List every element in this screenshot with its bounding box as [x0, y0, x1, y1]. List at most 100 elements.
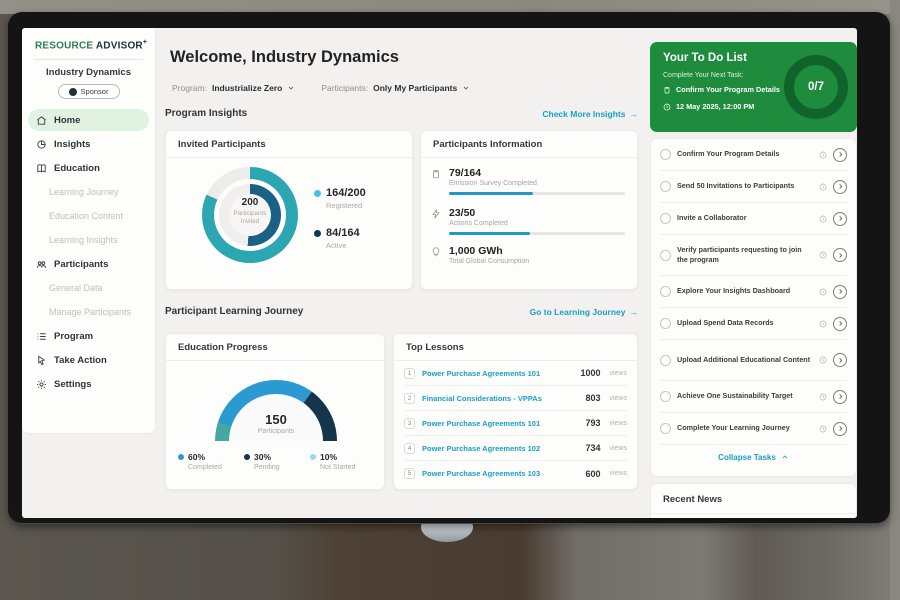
link-label: Check More Insights	[542, 109, 625, 119]
task-row: Upload Spend Data Records	[660, 308, 847, 340]
stat-value: 1,000 GWh	[449, 245, 629, 257]
task-go-button[interactable]	[833, 248, 847, 262]
monitor-bezel: RESOURCE ADVISOR+ Industry Dynamics Spon…	[8, 12, 890, 524]
program-insights-header: Program Insights Check More Insights→	[165, 108, 638, 119]
arrow-right-icon: →	[630, 307, 639, 317]
legend-not-started: 10% Not Started	[310, 452, 376, 471]
sidebar-item-education[interactable]: Education	[22, 156, 155, 180]
task-label: Invite a Collaborator	[677, 213, 813, 223]
lesson-views: 1000	[580, 368, 600, 378]
check-more-insights-link[interactable]: Check More Insights→	[542, 109, 638, 119]
lesson-views: 600	[585, 469, 600, 479]
desk-background: RESOURCE ADVISOR+ Industry Dynamics Spon…	[0, 0, 900, 600]
settings-gear-icon	[36, 379, 47, 390]
task-go-button[interactable]	[833, 390, 847, 404]
task-label: Complete Your Learning Journey	[677, 423, 813, 433]
sidebar-item-participants[interactable]: Participants	[22, 252, 155, 276]
progress-track	[449, 192, 625, 195]
sidebar-item-label: Program	[54, 331, 93, 342]
invited-total: 200	[216, 197, 284, 208]
sidebar-item-learning-insights[interactable]: Learning Insights	[22, 228, 155, 252]
todo-due: 12 May 2025, 12:00 PM	[663, 102, 754, 111]
sidebar-item-general-data[interactable]: General Data	[22, 276, 155, 300]
sidebar-item-learning-journey[interactable]: Learning Journey	[22, 180, 155, 204]
task-row: Invite a Collaborator	[660, 203, 847, 235]
lesson-link[interactable]: Power Purchase Agreements 102	[422, 444, 578, 453]
chevron-down-icon	[287, 84, 295, 92]
lesson-link[interactable]: Power Purchase Agreements 103	[422, 469, 578, 478]
sidebar-nav: Home Insights Education Learning Journey…	[22, 109, 155, 396]
collapse-tasks-link[interactable]: Collapse Tasks	[651, 445, 856, 469]
task-checkbox[interactable]	[660, 181, 671, 192]
task-go-button[interactable]	[833, 285, 847, 299]
task-checkbox[interactable]	[660, 391, 671, 402]
pending-dot	[244, 454, 250, 460]
sidebar-item-home[interactable]: Home	[28, 109, 149, 131]
legend-active: 84/164 Active	[314, 227, 360, 250]
task-checkbox[interactable]	[660, 318, 671, 329]
sidebar-item-insights[interactable]: Insights	[22, 132, 155, 156]
home-icon	[36, 115, 47, 126]
lesson-views-label: views	[609, 420, 627, 427]
participants-filter-dropdown[interactable]: Participants: Only My Participants	[321, 83, 470, 93]
active-value: 84/164	[326, 227, 360, 239]
sidebar-item-manage-participants[interactable]: Manage Participants	[22, 300, 155, 324]
not-started-value: 10%	[320, 452, 337, 462]
program-filter-dropdown[interactable]: Program: Industrialize Zero	[172, 83, 295, 93]
legend-registered: 164/200 Registered	[314, 187, 366, 210]
legend-pending: 30% Pending	[244, 452, 310, 471]
lesson-link[interactable]: Power Purchase Agreements 101	[422, 369, 573, 378]
lesson-views-label: views	[609, 395, 627, 402]
sidebar-item-take-action[interactable]: Take Action	[22, 348, 155, 372]
sidebar-item-label: Insights	[54, 139, 90, 150]
task-go-button[interactable]	[833, 148, 847, 162]
todo-subtitle: Complete Your Next Task:	[663, 72, 743, 79]
lesson-link[interactable]: Power Purchase Agreements 101	[422, 419, 578, 428]
task-go-button[interactable]	[833, 212, 847, 226]
program-filter-label: Program:	[172, 83, 207, 93]
todo-progress-ring: 0/7	[784, 55, 848, 119]
task-checkbox[interactable]	[660, 423, 671, 434]
program-filter-value: Industrialize Zero	[212, 83, 282, 93]
sponsor-badge: Sponsor	[58, 84, 120, 99]
task-checkbox[interactable]	[660, 355, 671, 366]
clock-icon	[819, 183, 827, 191]
task-go-button[interactable]	[833, 180, 847, 194]
due-label: 12 May 2025, 12:00 PM	[676, 102, 754, 111]
next-task-label: Confirm Your Program Details	[676, 85, 780, 94]
sidebar-item-program[interactable]: Program	[22, 324, 155, 348]
lesson-views: 803	[585, 393, 600, 403]
task-go-button[interactable]	[833, 353, 847, 367]
task-label: Send 50 Invitations to Participants	[677, 181, 813, 191]
go-to-learning-journey-link[interactable]: Go to Learning Journey→	[530, 307, 638, 317]
todo-task-list: Confirm Your Program Details Send 50 Inv…	[650, 138, 857, 477]
clipboard-icon	[431, 169, 441, 179]
participants-icon	[36, 259, 47, 270]
task-checkbox[interactable]	[660, 213, 671, 224]
todo-summary-card: Your To Do List Complete Your Next Task:…	[650, 42, 857, 132]
clock-icon	[819, 251, 827, 259]
task-checkbox[interactable]	[660, 286, 671, 297]
stat-value: 23/50	[449, 207, 629, 219]
card-title: Top Lessons	[394, 334, 637, 361]
task-checkbox[interactable]	[660, 250, 671, 261]
lesson-row: 2 Financial Considerations - VPPAs 803vi…	[404, 386, 627, 411]
lesson-link[interactable]: Financial Considerations - VPPAs	[422, 394, 578, 403]
task-checkbox[interactable]	[660, 149, 671, 160]
learning-journey-header: Participant Learning Journey Go to Learn…	[165, 306, 638, 317]
stat-label: Total Global Consumption	[449, 258, 629, 265]
task-go-button[interactable]	[833, 317, 847, 331]
sponsor-icon	[69, 88, 77, 96]
sidebar-item-label: Education	[54, 163, 100, 174]
participants-information-card: Participants Information 79/164 Emission…	[420, 130, 638, 290]
participants-filter-label: Participants:	[321, 83, 368, 93]
lesson-row: 1 Power Purchase Agreements 101 1000view…	[404, 361, 627, 386]
clock-icon	[819, 356, 827, 364]
sidebar-item-settings[interactable]: Settings	[22, 372, 155, 396]
not-started-dot	[310, 454, 316, 460]
sidebar: RESOURCE ADVISOR+ Industry Dynamics Spon…	[22, 28, 156, 434]
task-go-button[interactable]	[833, 422, 847, 436]
todo-title: Your To Do List	[663, 52, 747, 64]
sidebar-item-education-content[interactable]: Education Content	[22, 204, 155, 228]
task-row: Upload Additional Educational Content	[660, 340, 847, 381]
